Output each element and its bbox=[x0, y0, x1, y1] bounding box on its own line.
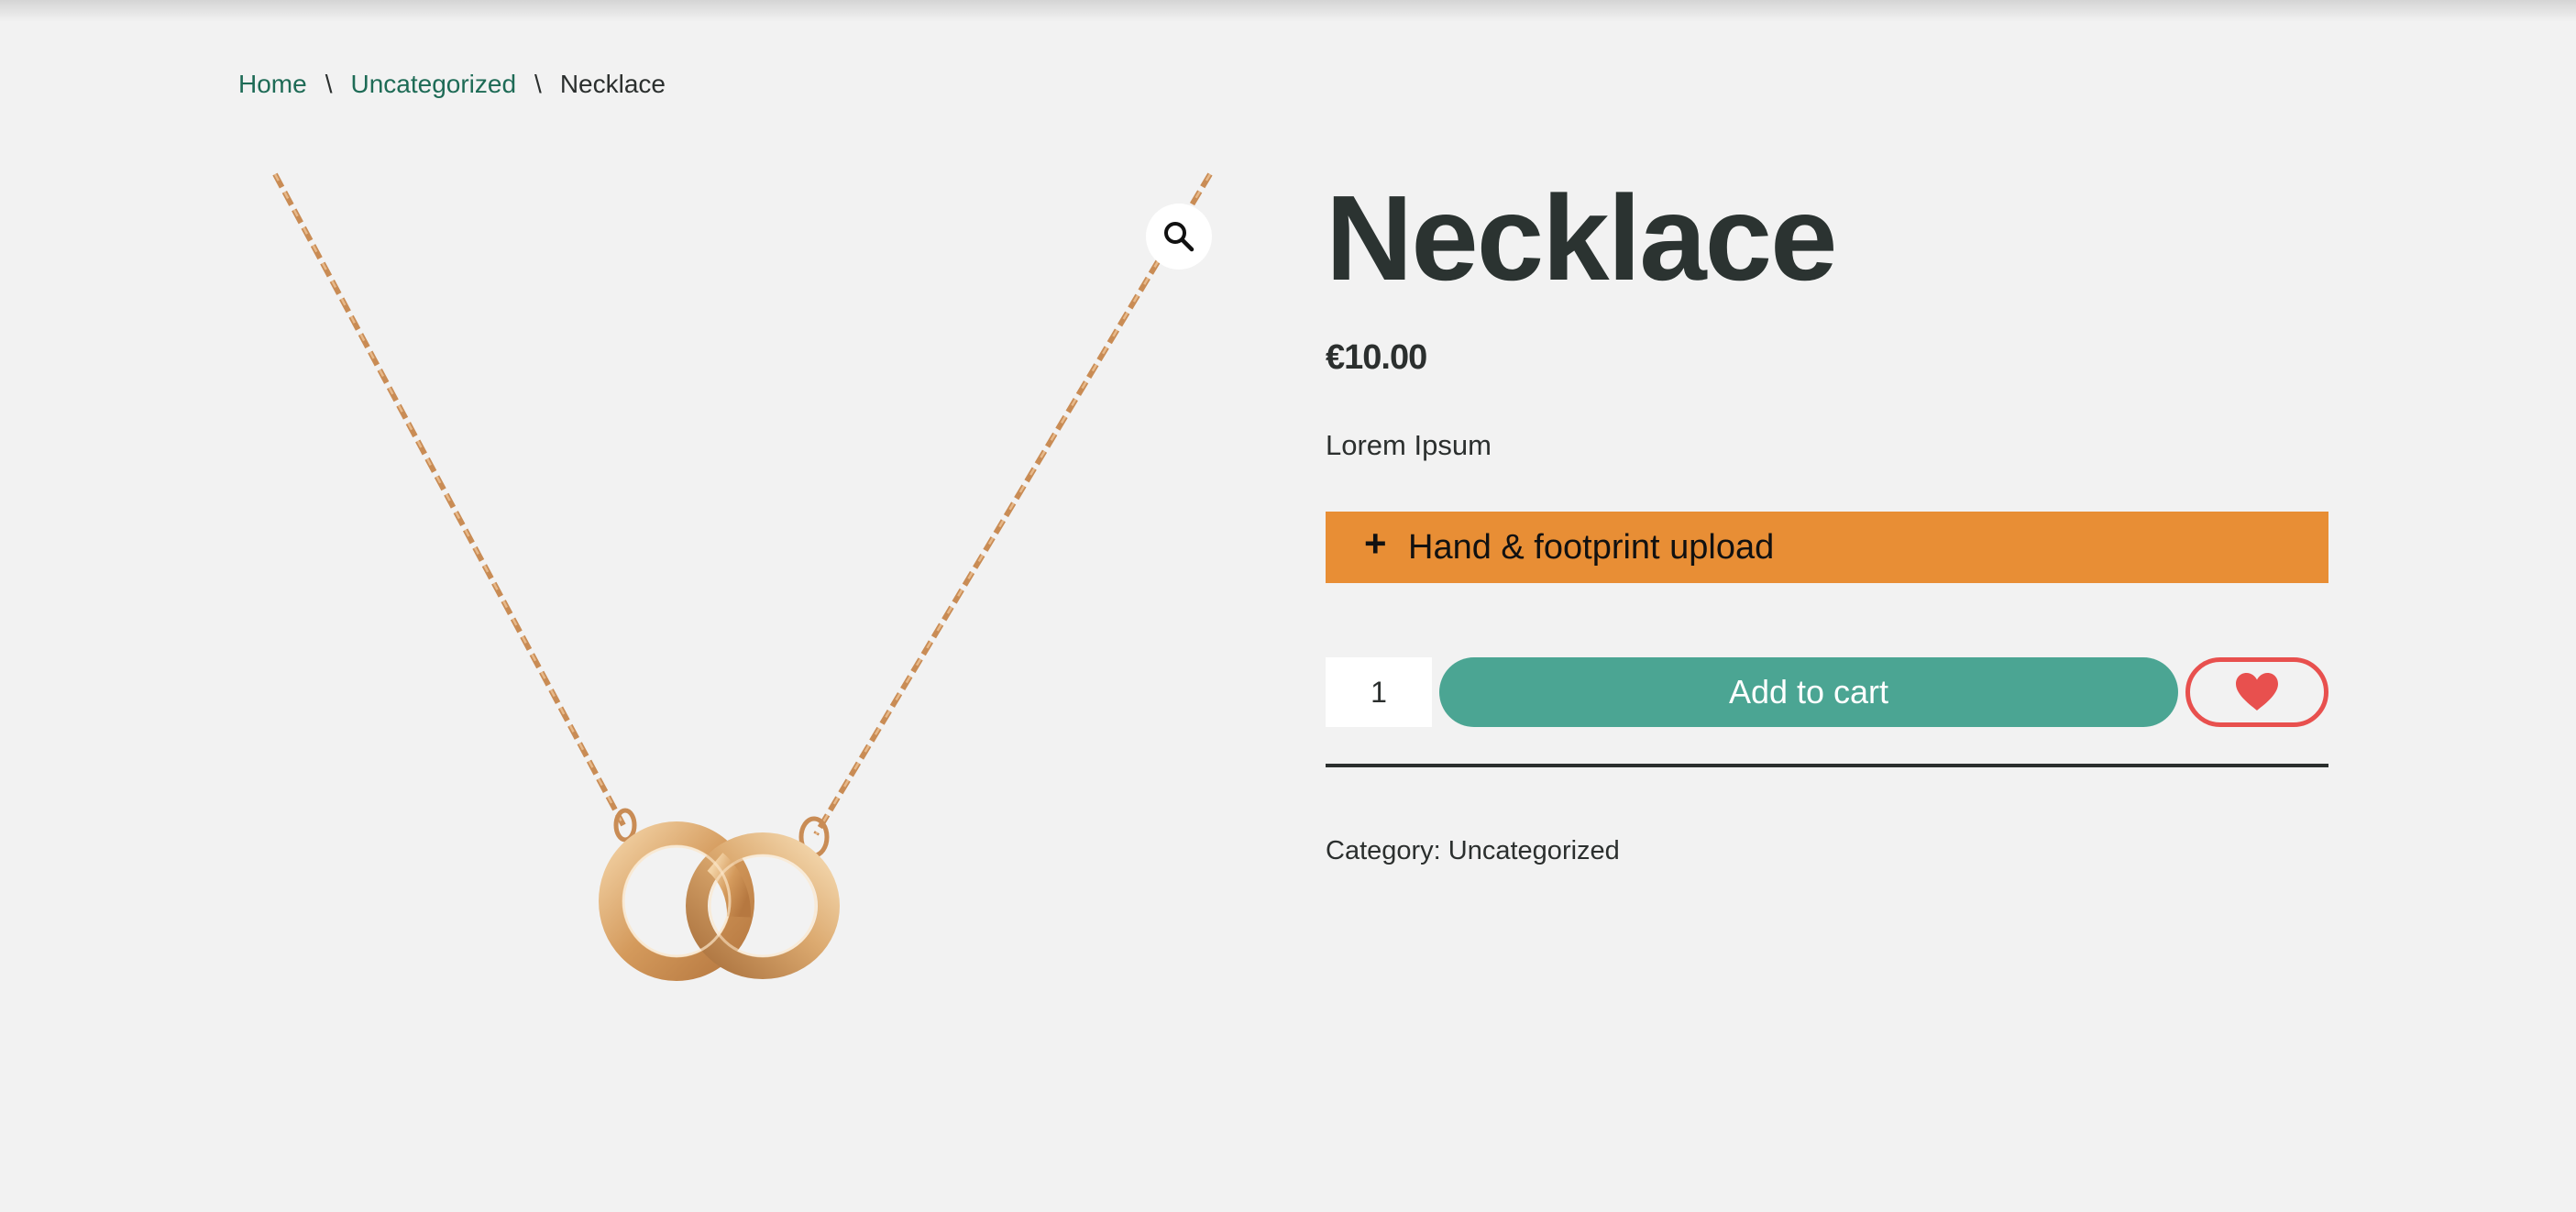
plus-icon: + bbox=[1364, 522, 1387, 565]
add-to-cart-button[interactable]: Add to cart bbox=[1439, 657, 2178, 727]
product-meta: Category: Uncategorized bbox=[1326, 833, 2328, 868]
breadcrumb: Home \ Uncategorized \ Necklace bbox=[238, 68, 666, 101]
category-label: Category: bbox=[1326, 836, 1441, 865]
product-summary: Necklace €10.00 Lorem Ipsum + Hand & foo… bbox=[1326, 165, 2328, 868]
necklace-image[interactable] bbox=[238, 165, 1228, 990]
zoom-button[interactable] bbox=[1146, 204, 1212, 270]
heart-icon bbox=[2236, 673, 2278, 711]
cart-form: Add to cart bbox=[1326, 657, 2328, 727]
wishlist-button[interactable] bbox=[2185, 657, 2328, 727]
product-price: €10.00 bbox=[1326, 338, 1427, 377]
breadcrumb-current: Necklace bbox=[559, 70, 666, 98]
quantity-input[interactable] bbox=[1326, 657, 1432, 727]
product-short-description: Lorem Ipsum bbox=[1326, 429, 1492, 461]
search-icon bbox=[1164, 222, 1194, 252]
addon-label: Hand & footprint upload bbox=[1408, 527, 1775, 567]
breadcrumb-category-link[interactable]: Uncategorized bbox=[350, 68, 516, 101]
product-title: Necklace bbox=[1326, 171, 1837, 305]
breadcrumb-separator: \ bbox=[325, 70, 333, 98]
product-gallery bbox=[238, 165, 1228, 990]
addon-toggle-bar[interactable]: + Hand & footprint upload bbox=[1326, 512, 2328, 583]
breadcrumb-home-link[interactable]: Home bbox=[238, 68, 307, 101]
breadcrumb-separator: \ bbox=[534, 70, 542, 98]
category-link[interactable]: Uncategorized bbox=[1448, 836, 1620, 865]
header-shadow bbox=[0, 0, 2576, 22]
divider bbox=[1326, 764, 2328, 767]
